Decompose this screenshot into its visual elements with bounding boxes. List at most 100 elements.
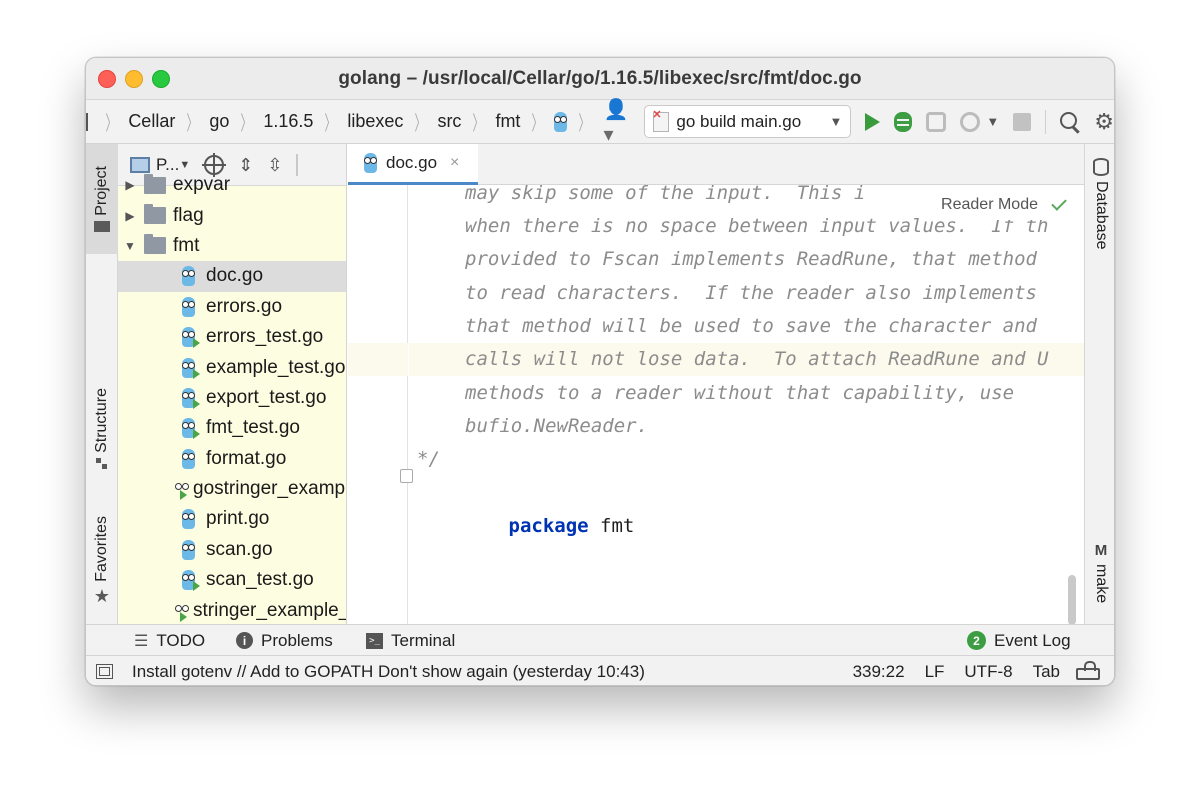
- chevron-down-icon[interactable]: ▼: [179, 159, 190, 171]
- close-window-button[interactable]: [98, 70, 116, 88]
- toolbar-divider: [1045, 109, 1047, 134]
- tab-structure[interactable]: Structure: [86, 374, 118, 484]
- tab-database[interactable]: Database: [1085, 158, 1114, 250]
- code-area[interactable]: may skip some of the input. This i when …: [409, 185, 1084, 624]
- terminal-label: Terminal: [391, 630, 456, 650]
- chevron-down-icon[interactable]: ▼: [124, 239, 136, 253]
- tool-windows-toggle-icon[interactable]: [96, 664, 113, 679]
- navigation-bar: 〉 Cellar 〉 go 〉 1.16.5 〉 libexec 〉 src 〉…: [86, 99, 1114, 146]
- breadcrumb-item[interactable]: go: [205, 111, 233, 132]
- close-icon[interactable]: ×: [450, 154, 459, 172]
- breadcrumb-item[interactable]: Cellar: [124, 111, 179, 132]
- tree-folder-row[interactable]: ▶ flag: [118, 200, 346, 230]
- user-dropdown-icon[interactable]: 👤▾: [603, 99, 630, 146]
- tree-file-row[interactable]: print.go: [118, 504, 346, 534]
- status-message[interactable]: Install gotenv // Add to GOPATH Don't sh…: [132, 662, 645, 682]
- go-test-file-icon: [182, 418, 200, 440]
- code-line: provided to Fscan implements ReadRune, t…: [465, 248, 1037, 270]
- chevron-right-icon[interactable]: ▶: [124, 178, 136, 192]
- editor-scrollbar[interactable]: [1068, 575, 1076, 624]
- file-encoding[interactable]: UTF-8: [954, 662, 1022, 682]
- tree-item-label: format.go: [206, 447, 287, 469]
- tree-file-row[interactable]: export_test.go: [118, 383, 346, 413]
- chevron-right-icon[interactable]: ▶: [124, 209, 136, 223]
- right-tool-strip: Database M make: [1084, 144, 1114, 624]
- tab-doc-go[interactable]: doc.go ×: [348, 144, 478, 185]
- problems-button[interactable]: i Problems: [236, 625, 333, 656]
- gear-icon[interactable]: ⚙: [1094, 110, 1114, 133]
- editor-gutter: [348, 185, 413, 624]
- breadcrumb-item[interactable]: fmt: [491, 111, 524, 132]
- tree-item-label: stringer_example_test.go: [193, 599, 346, 621]
- tab-project[interactable]: Project: [86, 144, 118, 254]
- maximize-window-button[interactable]: [152, 70, 170, 88]
- tree-file-row[interactable]: fmt_test.go: [118, 413, 346, 443]
- chevron-down-icon[interactable]: ▼: [986, 114, 999, 129]
- tree-item-label: errors.go: [206, 295, 283, 317]
- terminal-button[interactable]: >_ Terminal: [366, 625, 455, 656]
- tree-file-row[interactable]: errors_test.go: [118, 322, 346, 352]
- run-configuration-selector[interactable]: go build main.go ▼: [644, 105, 852, 138]
- breadcrumb-item[interactable]: src: [433, 111, 465, 132]
- tree-file-row[interactable]: doc.go: [118, 261, 346, 292]
- indent-setting[interactable]: Tab: [1023, 662, 1070, 682]
- current-line-gutter: [348, 343, 408, 377]
- breadcrumb-item[interactable]: 1.16.5: [259, 111, 317, 132]
- window-title: golang – /usr/local/Cellar/go/1.16.5/lib…: [338, 67, 862, 89]
- go-file-icon: [364, 153, 377, 173]
- todo-label: TODO: [156, 630, 206, 650]
- tree-file-row[interactable]: gostringer_example_test.go: [118, 474, 346, 504]
- lock-icon[interactable]: [1076, 661, 1100, 680]
- caret-position[interactable]: 339:22: [843, 662, 915, 682]
- make-icon: M: [1094, 542, 1108, 559]
- run-config-file-icon: [652, 108, 670, 132]
- tree-item-label: fmt: [173, 234, 200, 256]
- info-icon: i: [236, 632, 253, 649]
- tree-folder-row[interactable]: ▶ expvar: [118, 170, 346, 200]
- tree-file-row[interactable]: stringer_example_test.go: [118, 595, 346, 624]
- go-test-file-icon: [182, 327, 200, 349]
- tree-file-row[interactable]: scan.go: [118, 535, 346, 565]
- profile-icon[interactable]: [960, 111, 981, 132]
- tree-item-label: scan_test.go: [206, 569, 314, 591]
- editor-panel: doc.go × may skip some of the input. Thi…: [348, 144, 1084, 624]
- chevron-right-icon: 〉: [105, 113, 117, 135]
- chevron-down-icon: ▼: [829, 114, 843, 129]
- reader-mode-toggle[interactable]: Reader Mode: [931, 190, 1067, 220]
- tool-window-bar: ☰ TODO i Problems >_ Terminal 2 Event Lo…: [86, 624, 1114, 656]
- run-icon[interactable]: [865, 112, 881, 131]
- tab-make[interactable]: M make: [1085, 542, 1114, 603]
- tree-file-row[interactable]: scan_test.go: [118, 565, 346, 595]
- tree-file-row[interactable]: example_test.go: [118, 352, 346, 382]
- line-separator[interactable]: LF: [915, 662, 955, 682]
- go-file-icon: [554, 112, 568, 133]
- tree-item-label: print.go: [206, 508, 270, 530]
- project-tree: ▶ expvar ▶ flag ▼ fmt doc.go errors.go e…: [118, 173, 346, 624]
- chevron-right-icon: 〉: [324, 113, 336, 135]
- stop-icon[interactable]: [1013, 112, 1032, 131]
- tree-folder-row[interactable]: ▼ fmt: [118, 231, 346, 261]
- ide-window: golang – /usr/local/Cellar/go/1.16.5/lib…: [85, 57, 1115, 686]
- tree-item-label: errors_test.go: [206, 326, 324, 348]
- minimize-window-button[interactable]: [125, 70, 143, 88]
- tab-favorites[interactable]: Favorites ★: [86, 504, 118, 619]
- structure-icon: [96, 458, 108, 470]
- breadcrumb-file[interactable]: [550, 111, 571, 133]
- debug-icon[interactable]: [894, 111, 913, 132]
- code-line-current: calls will not lose data. To attach Read…: [409, 343, 1084, 377]
- star-icon: ★: [93, 585, 111, 606]
- search-icon[interactable]: [1060, 111, 1080, 132]
- breadcrumb-item[interactable]: libexec: [343, 111, 407, 132]
- run-configuration-label: go build main.go: [676, 111, 802, 131]
- tree-file-row[interactable]: format.go: [118, 444, 346, 474]
- event-log-button[interactable]: 2 Event Log: [967, 625, 1071, 656]
- go-test-file-icon: [182, 357, 200, 379]
- folder-icon: [144, 173, 166, 194]
- todo-button[interactable]: ☰ TODO: [134, 625, 205, 656]
- tree-file-row[interactable]: errors.go: [118, 292, 346, 322]
- tab-database-label: Database: [1093, 181, 1110, 250]
- coverage-icon[interactable]: [926, 111, 947, 132]
- left-tool-strip: Project Structure Favorites ★: [86, 144, 118, 624]
- title-bar: golang – /usr/local/Cellar/go/1.16.5/lib…: [86, 58, 1114, 100]
- tree-item-label: export_test.go: [206, 386, 327, 408]
